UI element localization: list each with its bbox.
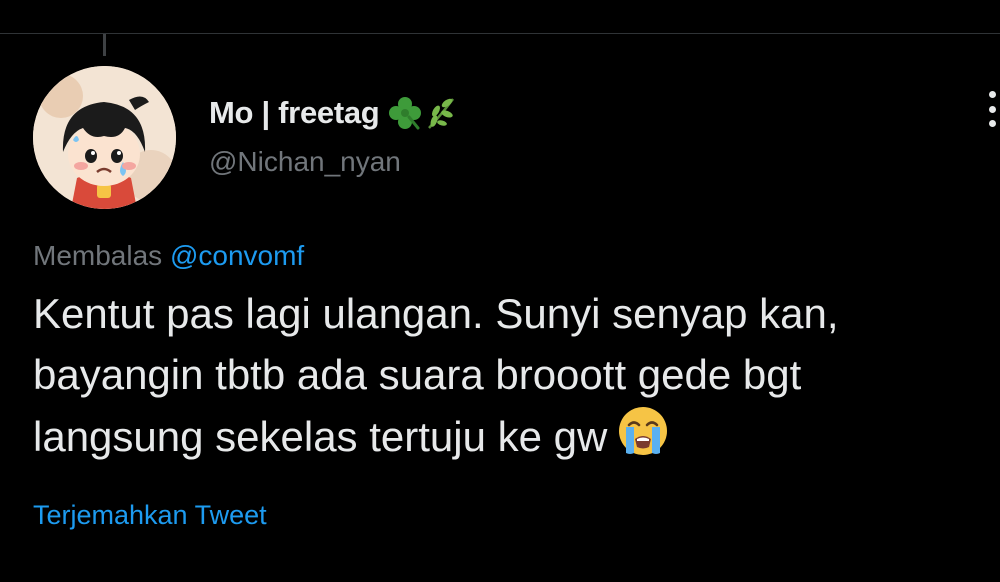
name-emoji-group — [387, 95, 459, 131]
avatar-illustration — [33, 66, 176, 209]
display-name[interactable]: Mo | freetag — [209, 95, 380, 131]
tweet-text-line-last: langsung sekelas tertuju ke gw — [33, 405, 993, 473]
tweet-text-line: langsung sekelas tertuju ke gw — [33, 413, 608, 460]
top-divider — [0, 33, 1000, 34]
reply-prefix: Membalas — [33, 240, 163, 271]
author-name-row[interactable]: Mo | freetag — [209, 93, 459, 133]
tweet-text-line: Kentut pas lagi ulangan. Sunyi senyap ka… — [33, 290, 839, 337]
tweet-text-line: bayangin tbtb ada suara brooott gede bgt — [33, 351, 802, 398]
avatar[interactable] — [33, 66, 176, 209]
more-options-dot — [988, 105, 996, 113]
more-options-dot — [988, 91, 996, 98]
more-options-dot — [988, 120, 996, 127]
thread-connector-line — [103, 34, 106, 56]
tweet-text: Kentut pas lagi ulangan. Sunyi senyap ka… — [33, 283, 993, 473]
author-handle[interactable]: @Nichan_nyan — [209, 146, 401, 178]
loudly-crying-face-icon — [615, 405, 671, 473]
translate-tweet-link[interactable]: Terjemahkan Tweet — [33, 500, 267, 531]
herb-icon — [428, 98, 455, 129]
clover-icon — [389, 97, 422, 130]
reply-context: Membalas @convomf — [33, 240, 304, 272]
reply-to-link[interactable]: @convomf — [170, 240, 304, 271]
more-options-icon[interactable] — [984, 91, 1000, 127]
